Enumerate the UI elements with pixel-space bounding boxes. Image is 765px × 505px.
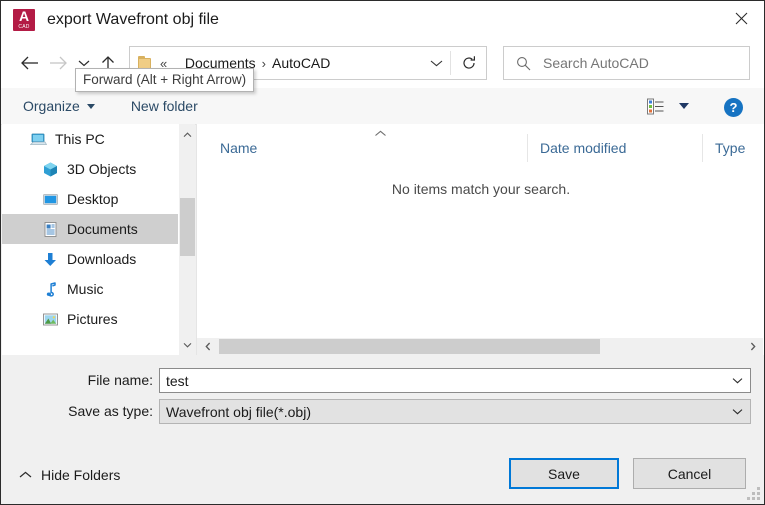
sidebar-item-label: Pictures xyxy=(67,311,118,327)
scrollbar-thumb[interactable] xyxy=(219,339,600,354)
search-input[interactable]: Search AutoCAD xyxy=(503,46,750,80)
title-bar: A CAD export Wavefront obj file xyxy=(1,1,764,38)
forward-button-tooltip: Forward (Alt + Right Arrow) xyxy=(75,68,255,92)
sidebar-item-music[interactable]: Music xyxy=(2,274,178,304)
this-pc-icon xyxy=(29,131,48,148)
resize-grip[interactable] xyxy=(747,487,760,500)
search-icon xyxy=(516,56,531,71)
sidebar-item-this-pc[interactable]: This PC xyxy=(2,124,178,154)
file-name-value: test xyxy=(166,372,189,389)
command-toolbar: Organize New folder xyxy=(1,88,764,125)
search-placeholder: Search AutoCAD xyxy=(543,55,649,71)
organize-button[interactable]: Organize xyxy=(23,98,95,114)
pictures-icon xyxy=(42,311,59,328)
save-as-type-label: Save as type: xyxy=(68,403,153,419)
hide-folders-label: Hide Folders xyxy=(41,467,121,483)
sidebar-item-label: Music xyxy=(67,281,104,297)
breadcrumb-item-autocad[interactable]: AutoCAD xyxy=(272,55,330,71)
breadcrumb-separator-1: › xyxy=(261,55,267,71)
column-header-name[interactable]: Name xyxy=(197,134,527,162)
sidebar-item-label: Downloads xyxy=(67,251,137,267)
sidebar-scrollbar[interactable] xyxy=(178,124,195,355)
column-header-label: Date modified xyxy=(540,140,627,156)
new-folder-button[interactable]: New folder xyxy=(131,98,198,114)
documents-icon xyxy=(42,221,59,238)
column-header-label: Type xyxy=(715,140,746,156)
scroll-down-icon[interactable] xyxy=(179,336,196,353)
sidebar-item-pictures[interactable]: Pictures xyxy=(2,304,178,334)
chevron-down-icon[interactable] xyxy=(724,369,750,392)
sidebar-item-desktop[interactable]: Desktop xyxy=(2,184,178,214)
music-icon xyxy=(42,281,59,298)
downloads-icon xyxy=(42,251,59,268)
navigation-sidebar: This PC 3D Objects Desktop Documents Dow… xyxy=(2,124,178,355)
file-name-input[interactable]: test xyxy=(159,368,751,393)
cancel-button[interactable]: Cancel xyxy=(633,458,746,489)
column-header-type[interactable]: Type xyxy=(702,134,764,162)
sidebar-item-label: 3D Objects xyxy=(67,161,137,177)
file-name-label: File name: xyxy=(87,372,153,388)
scroll-left-icon[interactable] xyxy=(199,338,216,355)
column-header-date-modified[interactable]: Date modified xyxy=(527,134,702,162)
help-button[interactable]: ? xyxy=(724,98,743,117)
hide-folders-button[interactable]: Hide Folders xyxy=(19,467,120,483)
autocad-icon-letter: A xyxy=(18,7,30,24)
sidebar-item-label: Desktop xyxy=(67,191,119,207)
view-layout-icon[interactable] xyxy=(646,97,665,116)
address-dropdown-chevron-icon[interactable] xyxy=(424,47,448,79)
sidebar-item-documents[interactable]: Documents xyxy=(2,214,178,244)
organize-label: Organize xyxy=(23,98,80,114)
save-button[interactable]: Save xyxy=(509,458,619,489)
back-arrow-icon[interactable] xyxy=(13,47,45,79)
chevron-up-icon xyxy=(19,471,32,479)
scrollbar-thumb[interactable] xyxy=(180,198,195,256)
sidebar-item-label: Documents xyxy=(67,221,138,237)
chevron-down-icon xyxy=(86,103,95,109)
view-options-chevron-icon[interactable] xyxy=(679,103,689,109)
file-list-horizontal-scrollbar[interactable] xyxy=(197,338,763,355)
empty-list-message: No items match your search. xyxy=(391,181,571,197)
sidebar-item-3d-objects[interactable]: 3D Objects xyxy=(2,154,178,184)
scroll-right-icon[interactable] xyxy=(744,338,761,355)
file-list-pane: Name Date modified Type No items match y… xyxy=(196,124,764,355)
3d-objects-icon xyxy=(42,161,59,178)
column-header-label: Name xyxy=(220,140,258,156)
sidebar-item-label: This PC xyxy=(55,131,105,147)
scroll-up-icon[interactable] xyxy=(179,126,196,143)
forward-arrow-icon[interactable] xyxy=(45,47,73,79)
save-as-type-value: Wavefront obj file(*.obj) xyxy=(166,403,311,420)
autocad-icon-sub: CAD xyxy=(18,23,30,30)
window-title: export Wavefront obj file xyxy=(47,10,219,28)
refresh-icon[interactable] xyxy=(451,47,486,79)
save-file-dialog: A CAD export Wavefront obj file « Docume… xyxy=(0,0,765,505)
sidebar-item-downloads[interactable]: Downloads xyxy=(2,244,178,274)
save-as-type-select[interactable]: Wavefront obj file(*.obj) xyxy=(159,399,751,424)
autocad-icon: A CAD xyxy=(13,7,35,31)
column-headers: Name Date modified Type xyxy=(197,134,764,162)
chevron-down-icon[interactable] xyxy=(724,400,750,423)
close-icon[interactable] xyxy=(718,1,764,35)
desktop-icon xyxy=(42,191,59,208)
new-folder-label: New folder xyxy=(130,98,198,114)
